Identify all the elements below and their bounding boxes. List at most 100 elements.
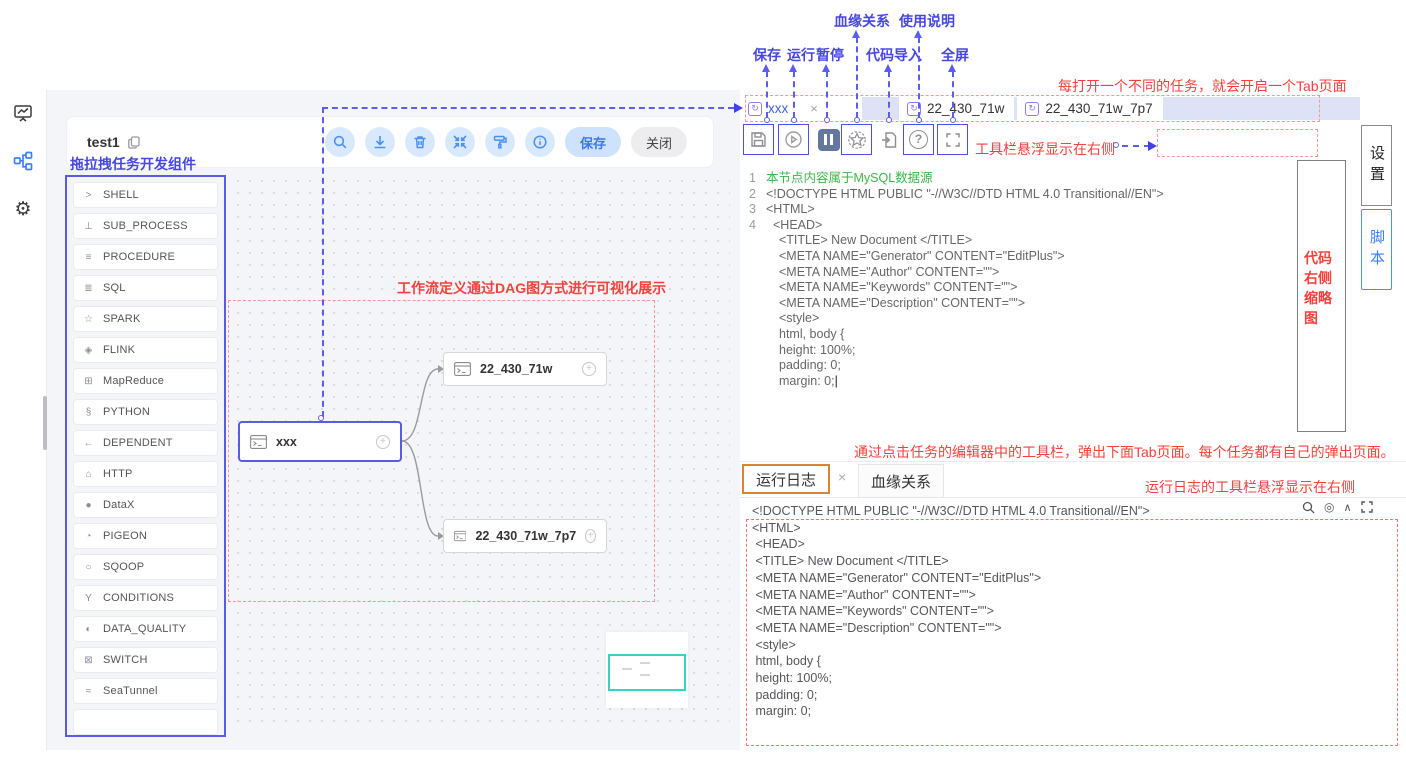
component-item[interactable]: ⊥ SUB_PROCESS (73, 213, 218, 239)
shell-task-icon (250, 434, 267, 449)
component-label: SQL (103, 282, 126, 294)
editor-save-button[interactable] (743, 124, 774, 155)
workflow-title: test1 (87, 134, 120, 150)
left-icon-rail: ⚙ (0, 90, 47, 750)
editor-code-import-button[interactable] (874, 124, 905, 155)
gear-icon[interactable]: ⚙ (12, 198, 34, 220)
search-button[interactable] (324, 127, 355, 157)
code-line: 2 <!DOCTYPE HTML PUBLIC "-//W3C//DTD HTM… (740, 187, 1288, 203)
close-workflow-button[interactable]: 关闭 (630, 127, 687, 157)
editor-run-button[interactable] (778, 124, 809, 155)
editor-tab-22_430_71w_7p7[interactable]: ↻ 22_430_71w_7p7 (1017, 97, 1163, 120)
component-icon: ◈ (84, 344, 93, 356)
save-workflow-button[interactable]: 保存 (564, 127, 621, 157)
line-number (740, 327, 766, 343)
node-plus-button[interactable]: + (376, 434, 390, 449)
info-button[interactable] (524, 127, 555, 157)
code-text: margin: 0; (766, 374, 838, 390)
format-layout-button[interactable] (484, 127, 515, 157)
shrink-button[interactable] (444, 127, 475, 157)
component-item[interactable]: ● DataX (73, 492, 218, 518)
tab-label: 22_430_71w (927, 101, 1005, 116)
code-text: <HEAD> (773, 217, 823, 232)
components-annotation: 拖拉拽任务开发组件 (70, 156, 196, 172)
code-line: 1 本节点内容属于MySQL数据源 (740, 171, 1288, 187)
run-log-content[interactable]: <!DOCTYPE HTML PUBLIC "-//W3C//DTD HTML … (752, 503, 1392, 720)
component-label: DEPENDENT (103, 437, 173, 449)
editor-tab-xxx[interactable]: ↻ xxx × (740, 97, 862, 120)
code-line: html, body { (740, 327, 1288, 343)
side-tab-settings[interactable]: 设置 (1361, 125, 1392, 206)
code-text: <META NAME="Keywords" CONTENT=""> (779, 280, 1018, 295)
component-item[interactable]: ◔ PIGEON (73, 523, 218, 549)
download-button[interactable] (364, 127, 395, 157)
code-line: padding: 0; (740, 358, 1288, 374)
task-tab-icon: ↻ (748, 101, 762, 116)
component-icon: § (85, 406, 92, 418)
component-item[interactable]: > SHELL (73, 182, 218, 208)
component-item[interactable]: ◈ FLINK (73, 337, 218, 363)
tab-lineage[interactable]: 血缘关系 (858, 464, 944, 497)
label-save: 保存 (753, 47, 781, 63)
dag-node-22_430_71w_7p7[interactable]: 22_430_71w_7p7 + (443, 519, 607, 553)
component-item[interactable]: ≣ SQL (73, 275, 218, 301)
component-item[interactable]: ⌂ HTTP (73, 461, 218, 487)
editor-pause-button[interactable] (813, 124, 844, 155)
component-label: FLINK (103, 344, 136, 356)
log-line: height: 100%; (752, 671, 832, 686)
component-icon: ≣ (84, 282, 93, 294)
component-icon: > (85, 189, 92, 201)
run-log-close-icon[interactable]: × (838, 469, 846, 485)
component-label: CONDITIONS (103, 592, 175, 604)
component-item[interactable]: ⊞ MapReduce (73, 368, 218, 394)
editor-fullscreen-button[interactable] (937, 124, 968, 155)
canvas-minimap-viewport[interactable] (608, 654, 686, 691)
component-item[interactable]: ← DEPENDENT (73, 430, 218, 456)
component-label: DataX (103, 499, 135, 511)
code-text: 本节点内容属于MySQL数据源 (766, 171, 933, 185)
component-item[interactable]: ≈ SeaTunnel (73, 678, 218, 704)
component-item[interactable]: Y CONDITIONS (73, 585, 218, 611)
line-number (740, 249, 766, 265)
dag-node-22_430_71w[interactable]: 22_430_71w + (443, 352, 607, 386)
component-icon: ⌂ (85, 468, 92, 480)
log-line: padding: 0; (752, 687, 818, 702)
log-toolbar-annotation-text: 运行日志的工具栏悬浮显示在右侧 (1145, 479, 1355, 495)
toolbar-annotation-text: 工具栏悬浮显示在右侧 (975, 141, 1115, 157)
code-text: <!DOCTYPE HTML PUBLIC "-//W3C//DTD HTML … (766, 186, 1164, 201)
code-line: 4 <HEAD> (740, 218, 1288, 234)
label-help: 使用说明 (899, 13, 955, 29)
code-editor[interactable]: 1 本节点内容属于MySQL数据源 2 <!DOCTYPE HTML PUBLI… (740, 171, 1288, 389)
label-code-import: 代码导入 (866, 47, 922, 63)
component-item[interactable]: ◐ DATA_QUALITY (73, 616, 218, 642)
log-line: <TITLE> New Document </TITLE> (752, 554, 949, 569)
tab-label: xxx (768, 101, 789, 116)
node-plus-button[interactable]: + (585, 529, 596, 543)
component-item[interactable]: ⊠ SWITCH (73, 647, 218, 673)
component-item[interactable]: ≡ PROCEDURE (73, 244, 218, 270)
tab-label: 22_430_71w_7p7 (1045, 101, 1153, 116)
tab-close-icon[interactable]: × (810, 101, 818, 116)
component-item[interactable]: § PYTHON (73, 399, 218, 425)
tab-run-log[interactable]: 运行日志 (742, 464, 830, 494)
node-label: xxx (276, 434, 297, 449)
dag-node-xxx[interactable]: xxx + (238, 421, 402, 462)
component-item[interactable]: ☆ SPARK (73, 306, 218, 332)
line-number (740, 343, 766, 359)
copy-icon[interactable] (127, 135, 140, 149)
component-icon: ⊠ (84, 654, 93, 666)
node-label: 22_430_71w (480, 362, 553, 376)
node-plus-button[interactable]: + (582, 362, 596, 376)
dashboard-icon[interactable] (12, 102, 34, 124)
line-number (740, 233, 766, 249)
delete-button[interactable] (404, 127, 435, 157)
component-icon: ☆ (84, 313, 93, 325)
task-tab-icon: ↻ (907, 101, 921, 116)
component-item[interactable]: ○ SQOOP (73, 554, 218, 580)
editor-lineage-button[interactable] (841, 124, 872, 155)
editor-help-button[interactable]: ? (903, 124, 934, 155)
component-label: SQOOP (103, 561, 145, 573)
workflow-icon[interactable] (12, 150, 34, 172)
side-tab-script[interactable]: 脚本 (1361, 209, 1392, 290)
line-number (740, 265, 766, 281)
